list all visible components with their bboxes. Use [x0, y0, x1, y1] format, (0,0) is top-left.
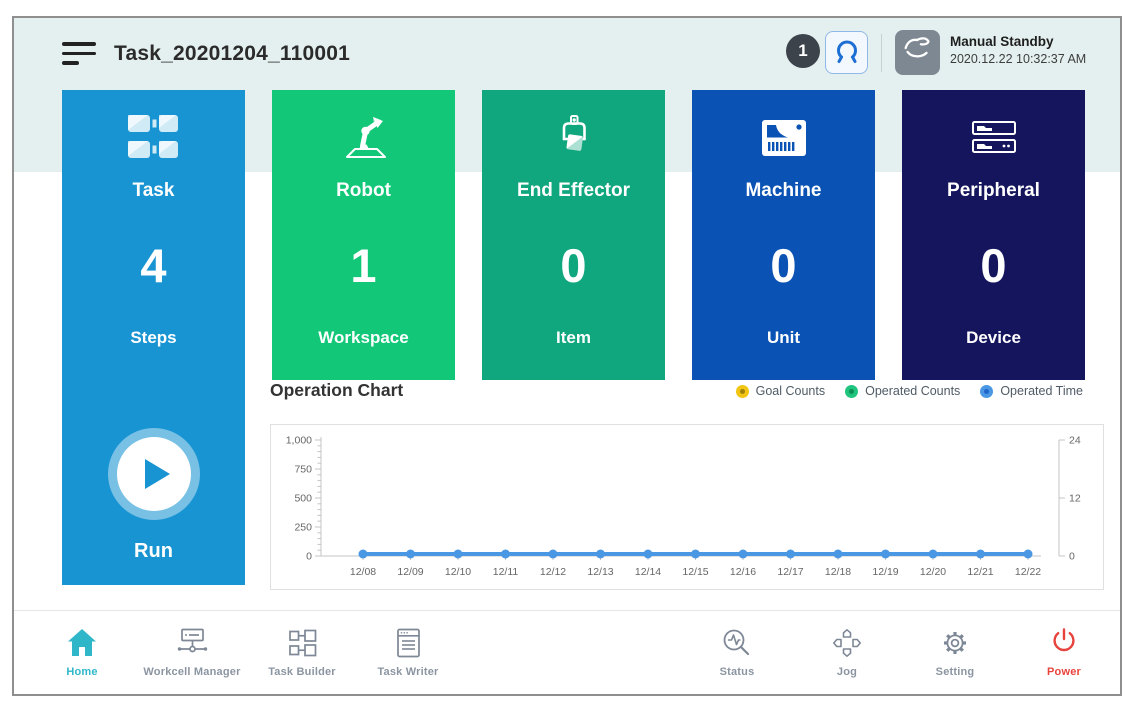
svg-text:0: 0 — [306, 551, 312, 563]
card-end-effector[interactable]: End Effector 0 Item — [482, 90, 665, 380]
nav-workcell-manager[interactable]: Workcell Manager — [127, 620, 257, 692]
svg-text:0: 0 — [1069, 551, 1075, 563]
card-robot-value: 1 — [272, 236, 455, 296]
nav-status[interactable]: Status — [697, 620, 777, 692]
svg-text:12: 12 — [1069, 493, 1081, 505]
svg-text:500: 500 — [294, 493, 312, 505]
nav-task-builder[interactable]: Task Builder — [247, 620, 357, 692]
svg-text:12/15: 12/15 — [682, 566, 708, 578]
svg-text:12/12: 12/12 — [540, 566, 566, 578]
card-peripheral-value: 0 — [902, 236, 1085, 296]
operation-chart: 1,000 750 500 250 0 24 12 0 12/08 12/09 12/10 12/11… — [270, 424, 1104, 590]
svg-text:12/09: 12/09 — [397, 566, 423, 578]
machine-icon — [692, 110, 875, 166]
notification-badge[interactable]: 1 — [786, 34, 820, 68]
status-magnifier-icon — [697, 620, 777, 660]
task-icon — [62, 110, 245, 166]
svg-text:250: 250 — [294, 522, 312, 534]
svg-text:12/19: 12/19 — [872, 566, 898, 578]
app-window: Task_20201204_110001 1 Manual Standby 20… — [12, 16, 1122, 696]
svg-text:24: 24 — [1069, 435, 1081, 447]
topbar-divider — [881, 34, 882, 72]
nav-power[interactable]: Power — [1024, 620, 1104, 692]
run-play-button[interactable] — [108, 428, 200, 520]
svg-text:12/17: 12/17 — [777, 566, 803, 578]
page-title: Task_20201204_110001 — [114, 42, 350, 66]
workcell-manager-icon — [127, 620, 257, 660]
end-effector-button[interactable] — [825, 31, 868, 74]
hamburger-menu-icon[interactable] — [62, 42, 96, 70]
svg-text:12/14: 12/14 — [635, 566, 661, 578]
legend-operated-time: Operated Time — [980, 384, 1083, 398]
chart-legend: Goal Counts Operated Counts Operated Tim… — [736, 384, 1083, 398]
svg-text:12/08: 12/08 — [350, 566, 376, 578]
card-end-effector-unit: Item — [482, 328, 665, 348]
card-task[interactable]: Task 4 Steps Run — [62, 90, 245, 585]
nav-divider — [14, 610, 1120, 611]
home-icon — [42, 620, 122, 660]
mode-label: Manual Standby — [950, 34, 1086, 49]
card-robot-unit: Workspace — [272, 328, 455, 348]
svg-text:12/22: 12/22 — [1015, 566, 1041, 578]
gripper-icon — [829, 32, 865, 73]
card-end-effector-value: 0 — [482, 236, 665, 296]
run-label: Run — [62, 540, 245, 563]
card-peripheral-unit: Device — [902, 328, 1085, 348]
nav-jog[interactable]: Jog — [807, 620, 887, 692]
robot-arm-icon — [272, 110, 455, 166]
card-peripheral-label: Peripheral — [902, 180, 1085, 202]
svg-text:12/18: 12/18 — [825, 566, 851, 578]
card-machine[interactable]: Machine 0 Unit — [692, 90, 875, 380]
end-effector-gripper-icon — [482, 110, 665, 166]
card-machine-value: 0 — [692, 236, 875, 296]
svg-text:750: 750 — [294, 464, 312, 476]
svg-text:12/13: 12/13 — [587, 566, 613, 578]
task-builder-icon — [247, 620, 357, 660]
nav-setting[interactable]: Setting — [915, 620, 995, 692]
legend-operated-counts: Operated Counts — [845, 384, 960, 398]
svg-text:12/11: 12/11 — [493, 566, 519, 578]
svg-text:12/21: 12/21 — [967, 566, 993, 578]
card-task-label: Task — [62, 180, 245, 202]
operated-counts-dot-icon — [845, 385, 858, 398]
card-task-unit: Steps — [62, 328, 245, 348]
card-machine-unit: Unit — [692, 328, 875, 348]
svg-text:12/10: 12/10 — [445, 566, 471, 578]
svg-text:12/16: 12/16 — [730, 566, 756, 578]
card-machine-label: Machine — [692, 180, 875, 202]
svg-text:12/20: 12/20 — [920, 566, 946, 578]
nav-home[interactable]: Home — [42, 620, 122, 692]
setting-gear-icon — [915, 620, 995, 660]
card-peripheral[interactable]: Peripheral 0 Device — [902, 90, 1085, 380]
goal-counts-dot-icon — [736, 385, 749, 398]
card-end-effector-label: End Effector — [482, 180, 665, 202]
svg-text:1,000: 1,000 — [286, 435, 312, 447]
task-writer-icon — [353, 620, 463, 660]
card-task-value: 4 — [62, 236, 245, 296]
nav-task-writer[interactable]: Task Writer — [353, 620, 463, 692]
mode-timestamp: 2020.12.22 10:32:37 AM — [950, 52, 1086, 66]
card-robot-label: Robot — [272, 180, 455, 202]
jog-dpad-icon — [807, 620, 887, 660]
power-icon — [1024, 620, 1104, 660]
peripheral-server-icon — [902, 110, 1085, 166]
hand-icon — [899, 31, 937, 74]
chart-title: Operation Chart — [270, 380, 403, 401]
play-icon — [117, 437, 191, 511]
manual-mode-button[interactable] — [895, 30, 940, 75]
robot-mode-status: Manual Standby 2020.12.22 10:32:37 AM — [950, 34, 1086, 66]
card-robot[interactable]: Robot 1 Workspace — [272, 90, 455, 380]
legend-goal-counts: Goal Counts — [736, 384, 825, 398]
operated-time-dot-icon — [980, 385, 993, 398]
